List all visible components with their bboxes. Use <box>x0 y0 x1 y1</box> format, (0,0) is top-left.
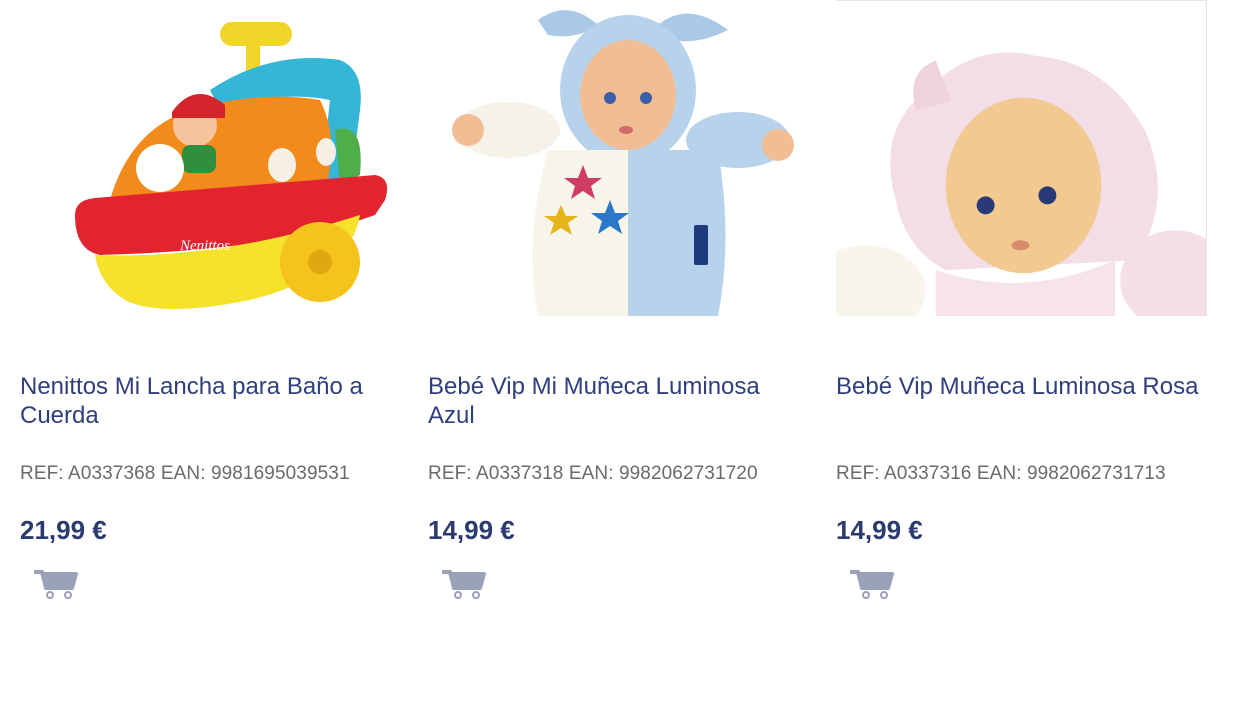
product-grid: Nenittos Nenittos Mi Lancha para Baño a … <box>0 0 1250 710</box>
boat-brand-label: Nenittos <box>179 238 230 254</box>
product-price: 21,99 € <box>20 515 107 545</box>
product-image-doll-pink[interactable] <box>836 0 1207 316</box>
product-title[interactable]: Bebé Vip Mi Muñeca Luminosa Azul <box>428 372 800 430</box>
product-image-boat[interactable]: Nenittos <box>20 0 392 316</box>
shopping-cart-icon <box>442 570 486 599</box>
product-card: Bebé Vip Mi Muñeca Luminosa Azul REF: A0… <box>428 0 800 602</box>
product-title[interactable]: Bebé Vip Muñeca Luminosa Rosa <box>836 372 1208 430</box>
product-ref: REF: A0337368 EAN: 9981695039531 <box>20 463 350 484</box>
add-to-cart-button[interactable] <box>32 566 80 602</box>
product-title[interactable]: Nenittos Mi Lancha para Baño a Cuerda <box>20 372 392 430</box>
shopping-cart-icon <box>850 570 894 599</box>
product-price: 14,99 € <box>428 515 515 545</box>
product-card: Nenittos Nenittos Mi Lancha para Baño a … <box>20 0 392 602</box>
boat-toy-image: Nenittos <box>75 22 388 309</box>
product-price: 14,99 € <box>836 515 923 545</box>
pink-doll-image <box>836 52 1206 316</box>
product-card: Bebé Vip Muñeca Luminosa Rosa REF: A0337… <box>836 0 1208 602</box>
product-ref: REF: A0337318 EAN: 9982062731720 <box>428 463 758 484</box>
blue-doll-image <box>452 10 794 316</box>
shopping-cart-icon <box>34 570 78 599</box>
product-image-doll-blue[interactable] <box>428 0 800 316</box>
product-ref: REF: A0337316 EAN: 9982062731713 <box>836 463 1166 484</box>
add-to-cart-button[interactable] <box>848 566 896 602</box>
add-to-cart-button[interactable] <box>440 566 488 602</box>
